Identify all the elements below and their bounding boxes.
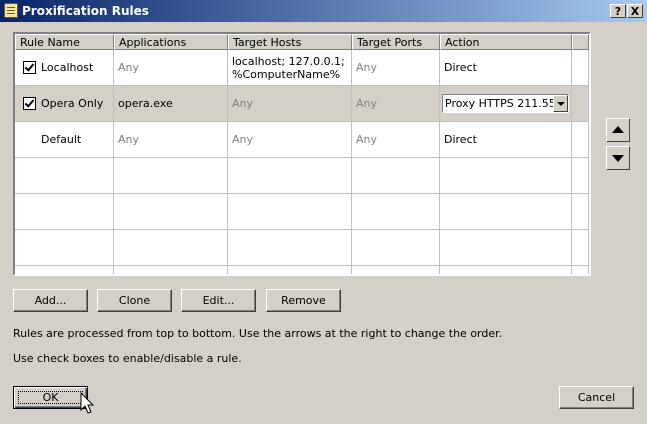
target-ports-cell: Any (352, 50, 440, 86)
column-header-applications[interactable]: Applications (114, 34, 228, 50)
edit-button[interactable]: Edit... (181, 289, 256, 312)
action-cell: Proxy HTTPS 211.55.6 (440, 86, 572, 122)
checkbox-hint-text: Use check boxes to enable/disable a rule… (13, 352, 242, 365)
applications-cell: Any (114, 122, 228, 158)
arrow-up-icon (612, 126, 624, 133)
window-title: Proxification Rules (22, 4, 149, 18)
target-hosts-cell: localhost; 127.0.0.1; %ComputerName% (228, 50, 352, 86)
column-header-filler (572, 34, 589, 50)
rules-grid: Rule Name Applications Target Hosts Targ… (13, 32, 591, 276)
action-cell: Direct (440, 50, 572, 86)
add-button[interactable]: Add... (13, 289, 88, 312)
empty-row (15, 230, 589, 266)
table-row[interactable]: Localhost Any localhost; 127.0.0.1; %Com… (15, 50, 589, 86)
move-up-button[interactable] (606, 118, 630, 142)
ok-button[interactable]: OK (13, 386, 88, 409)
rules-list-icon (4, 3, 18, 18)
mouse-pointer-icon (80, 392, 95, 414)
target-hosts-cell: Any (228, 86, 352, 122)
clone-button[interactable]: Clone (97, 289, 172, 312)
applications-cell: opera.exe (114, 86, 228, 122)
rule-name: Default (41, 133, 82, 146)
remove-button[interactable]: Remove (266, 289, 341, 312)
enable-checkbox[interactable] (23, 61, 36, 74)
arrow-down-icon (612, 155, 624, 162)
rule-name: Opera Only (41, 97, 104, 110)
target-hosts-line: %ComputerName% (232, 68, 341, 81)
target-hosts-line: localhost; 127.0.0.1; (232, 55, 345, 68)
empty-row (15, 194, 589, 230)
column-header-target-hosts[interactable]: Target Hosts (228, 34, 352, 50)
grid-header: Rule Name Applications Target Hosts Targ… (15, 34, 589, 50)
title-bar: Proxification Rules ? X (0, 0, 647, 22)
empty-row (15, 158, 589, 194)
help-button[interactable]: ? (610, 4, 626, 18)
applications-cell: Any (114, 50, 228, 86)
order-hint-text: Rules are processed from top to bottom. … (13, 327, 503, 340)
proxification-rules-dialog: Proxification Rules ? X Rule Name Applic… (0, 0, 647, 424)
enable-checkbox[interactable] (23, 97, 36, 110)
focus-rect (18, 391, 83, 404)
target-ports-cell: Any (352, 122, 440, 158)
column-header-action[interactable]: Action (440, 34, 572, 50)
action-cell: Direct (440, 122, 572, 158)
action-dropdown-value: Proxy HTTPS 211.55.6 (445, 97, 567, 110)
column-header-rule-name[interactable]: Rule Name (15, 34, 114, 50)
chevron-down-icon[interactable] (553, 95, 568, 112)
table-row[interactable]: Opera Only opera.exe Any Any Proxy HTTPS… (15, 86, 589, 122)
action-dropdown[interactable]: Proxy HTTPS 211.55.6 (442, 94, 569, 113)
close-button[interactable]: X (627, 4, 643, 18)
target-hosts-cell: Any (228, 122, 352, 158)
move-down-button[interactable] (606, 146, 630, 170)
target-ports-cell: Any (352, 86, 440, 122)
cancel-button[interactable]: Cancel (559, 386, 634, 409)
column-header-target-ports[interactable]: Target Ports (352, 34, 440, 50)
table-row[interactable]: Default Any Any Any Direct (15, 122, 589, 158)
empty-row (15, 266, 589, 274)
rule-name: Localhost (41, 61, 94, 74)
